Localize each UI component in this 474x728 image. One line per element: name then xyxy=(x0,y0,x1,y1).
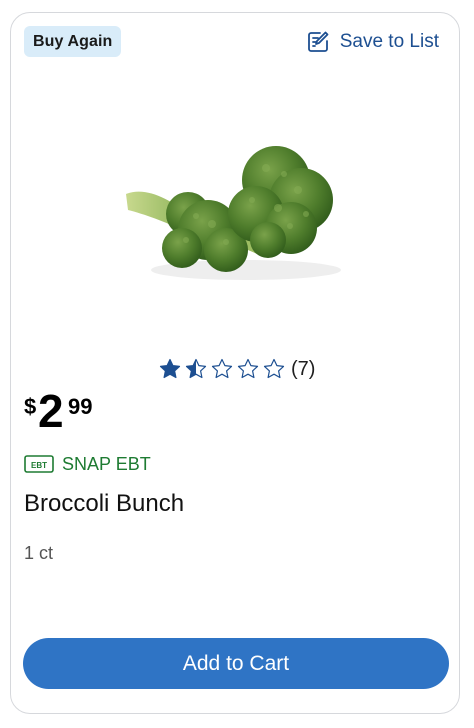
star-empty-icon xyxy=(210,357,234,381)
price-currency: $ xyxy=(24,394,37,419)
save-to-list-button[interactable]: Save to List xyxy=(306,28,439,56)
star-empty-icon xyxy=(262,357,286,381)
price-cents: 99 xyxy=(68,394,93,419)
star-half-icon xyxy=(184,357,208,381)
svg-text:EBT: EBT xyxy=(31,461,47,470)
rating-count: (7) xyxy=(291,357,316,380)
snap-ebt-text: SNAP EBT xyxy=(62,453,151,474)
save-to-list-label: Save to List xyxy=(339,31,439,52)
product-title[interactable]: Broccoli Bunch xyxy=(24,490,184,518)
product-size: 1 ct xyxy=(24,543,54,563)
add-to-cart-button[interactable]: Add to Cart xyxy=(23,638,449,689)
buy-again-badge: Buy Again xyxy=(24,26,122,57)
product-image[interactable] xyxy=(116,130,352,300)
price-dollars: 2 xyxy=(38,385,64,437)
star-empty-icon xyxy=(236,357,260,381)
snap-ebt-label: EBT SNAP EBT xyxy=(24,452,151,476)
ebt-card-icon: EBT xyxy=(24,454,54,474)
star-rating[interactable]: (7) xyxy=(158,356,315,382)
star-full-icon xyxy=(158,357,182,381)
edit-list-icon xyxy=(306,30,330,54)
